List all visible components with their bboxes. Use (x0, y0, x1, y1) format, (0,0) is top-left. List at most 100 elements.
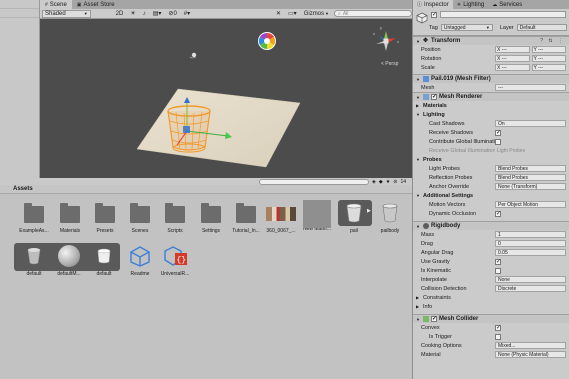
receive-shadows-label: Receive Shadows (429, 129, 474, 136)
probes-foldout[interactable]: ▼ Probes (413, 155, 569, 164)
orientation-gizmo[interactable]: y x z (373, 25, 399, 51)
scene-search-input[interactable]: ⌕ All (334, 10, 412, 17)
scale-x-field[interactable]: X --- (495, 64, 530, 71)
layer-label: Layer (499, 24, 514, 31)
asset-folder[interactable]: Materials (52, 202, 88, 234)
contribute-gi-checkbox[interactable] (495, 138, 501, 145)
receive-shadows-checkbox[interactable] (495, 129, 501, 137)
additional-settings-foldout[interactable]: ▼ Additional Settings (413, 191, 569, 200)
lighting-toggle-icon[interactable]: ☀ (128, 10, 137, 18)
audio-toggle-icon[interactable]: ♪ (141, 10, 148, 18)
cooking-options-dropdown[interactable]: Mixed... (495, 342, 566, 349)
constraints-foldout[interactable]: ▶ Constraints (413, 293, 569, 302)
interpolate-dropdown[interactable]: None (495, 276, 566, 283)
mesh-collider-enabled-checkbox[interactable] (431, 315, 437, 323)
asset-material[interactable]: New Mater... (299, 200, 335, 232)
anchor-override-field[interactable]: None (Transform) (495, 183, 566, 190)
drag-row: Drag 0 (413, 239, 569, 248)
drag-field[interactable]: 0 (495, 240, 566, 247)
hierarchy-row[interactable] (0, 9, 39, 18)
tab-services[interactable]: ☁ Services (488, 0, 526, 9)
asset-folder[interactable]: Scenes (122, 202, 158, 234)
lighting-label: Lighting (423, 111, 445, 118)
asset-sub-mesh[interactable]: default (86, 245, 122, 277)
hidden-objects-toggle[interactable]: ⊘ 0 (166, 10, 178, 18)
dynamic-occlusion-checkbox[interactable] (495, 210, 501, 218)
angular-drag-field[interactable]: 0.05 (495, 249, 566, 256)
collapsed-arrow-icon: ▶ (416, 304, 420, 309)
asset-model[interactable]: ▶ pail (336, 202, 372, 234)
mesh-field[interactable]: --- (495, 84, 566, 91)
is-trigger-checkbox[interactable] (495, 333, 501, 340)
tab-lighting[interactable]: ☀ Lighting (453, 0, 489, 9)
mesh-renderer-enabled-checkbox[interactable] (431, 93, 437, 101)
floor-plane[interactable] (136, 88, 301, 168)
expanded-arrow-icon: ▼ (416, 316, 420, 322)
hierarchy-strip (0, 0, 40, 186)
asset-folder[interactable]: Settings (193, 202, 229, 234)
rotation-x-field[interactable]: X --- (495, 55, 530, 62)
scene-viewport[interactable]: y x z < Persp (40, 19, 412, 186)
shading-mode-dropdown[interactable]: Shaded ▼ (42, 9, 91, 18)
asset-folder[interactable]: ExampleAs... (16, 202, 52, 234)
expanded-arrow-icon: ▼ (416, 112, 420, 117)
toggle-2d-button[interactable]: 2D (114, 10, 126, 18)
collider-material-field[interactable]: None (Physic Material) (495, 351, 566, 358)
light-probes-dropdown[interactable]: Blend Probes (495, 165, 566, 172)
asset-folder[interactable]: Tutorial_In... (228, 202, 264, 234)
tab-scene[interactable]: # Scene (40, 0, 72, 9)
mesh-collider-header[interactable]: ▼ Mesh Collider (413, 314, 569, 323)
collider-material-row: Material None (Physic Material) (413, 350, 569, 359)
perspective-label[interactable]: < Persp (381, 61, 398, 67)
motion-vectors-dropdown[interactable]: Per Object Motion (495, 201, 566, 208)
expand-arrow-icon[interactable]: ▶ (367, 208, 371, 214)
gizmos-dropdown[interactable]: Gizmos ▼ (302, 10, 331, 18)
asset-script[interactable]: {} UniversalR... (157, 245, 193, 277)
reflection-probes-row: Reflection Probes Blend Probes (413, 173, 569, 182)
convex-checkbox[interactable] (495, 324, 501, 332)
collision-detection-dropdown[interactable]: Discrete (495, 285, 566, 292)
rigidbody-header[interactable]: ▼ Rigidbody (413, 221, 569, 230)
asset-mesh[interactable]: pailbody (372, 202, 408, 234)
grid-toggle-icon[interactable]: #▾ (182, 10, 192, 18)
hierarchy-row[interactable] (0, 0, 39, 9)
position-y-field[interactable]: Y --- (531, 46, 566, 53)
scale-y-field[interactable]: Y --- (531, 64, 566, 71)
transform-header[interactable]: ▼ ✥ Transform ? ⇅ ⋮ (413, 36, 569, 45)
gameobject-name-field[interactable] (440, 11, 566, 18)
grid-icon: # (45, 1, 48, 8)
layer-dropdown[interactable]: Default (516, 24, 567, 31)
tab-asset-store[interactable]: ▣ Asset Store (72, 0, 120, 9)
asset-folder[interactable]: Presets (87, 202, 123, 234)
materials-foldout[interactable]: ▶ Materials (413, 101, 569, 110)
cast-shadows-dropdown[interactable]: On (495, 120, 566, 127)
use-gravity-checkbox[interactable] (495, 258, 501, 266)
asset-folder[interactable]: Scripts (157, 202, 193, 234)
info-foldout[interactable]: ▶ Info (413, 302, 569, 311)
folder-icon (94, 202, 116, 224)
asset-label: Scenes (131, 228, 149, 234)
reflection-probes-dropdown[interactable]: Blend Probes (495, 174, 566, 181)
effects-dropdown[interactable]: ▤▾ (151, 10, 164, 18)
active-checkbox[interactable] (431, 11, 437, 19)
asset-image[interactable]: 360_0067_... (263, 202, 299, 234)
asset-sub-mesh[interactable]: default (16, 245, 52, 277)
asset-readme[interactable]: Readme (122, 245, 158, 277)
camera-icon[interactable]: ▭▾ (286, 10, 299, 18)
component-menu-icon[interactable]: ? ⇅ ⋮ (540, 38, 569, 44)
tab-inspector[interactable]: ⓘ Inspector (413, 0, 453, 9)
lighting-foldout[interactable]: ▼ Lighting (413, 110, 569, 119)
assets-breadcrumb[interactable]: Assets (0, 185, 412, 194)
light-gizmo[interactable] (189, 52, 197, 59)
mesh-filter-header[interactable]: ▼ Pail.019 (Mesh Filter) (413, 74, 569, 83)
tag-dropdown[interactable]: Untagged ▼ (440, 24, 493, 31)
asset-sub-material[interactable]: defaultM... (51, 245, 87, 277)
is-kinematic-checkbox[interactable] (495, 267, 501, 274)
tools-icon[interactable]: ✕ (274, 10, 283, 18)
angular-drag-label: Angular Drag (421, 249, 454, 256)
mesh-renderer-header[interactable]: ▼ Mesh Renderer (413, 92, 569, 101)
position-x-field[interactable]: X --- (495, 46, 530, 53)
expanded-arrow-icon: ▼ (416, 223, 420, 229)
rotation-y-field[interactable]: Y --- (531, 55, 566, 62)
mass-field[interactable]: 1 (495, 231, 566, 238)
